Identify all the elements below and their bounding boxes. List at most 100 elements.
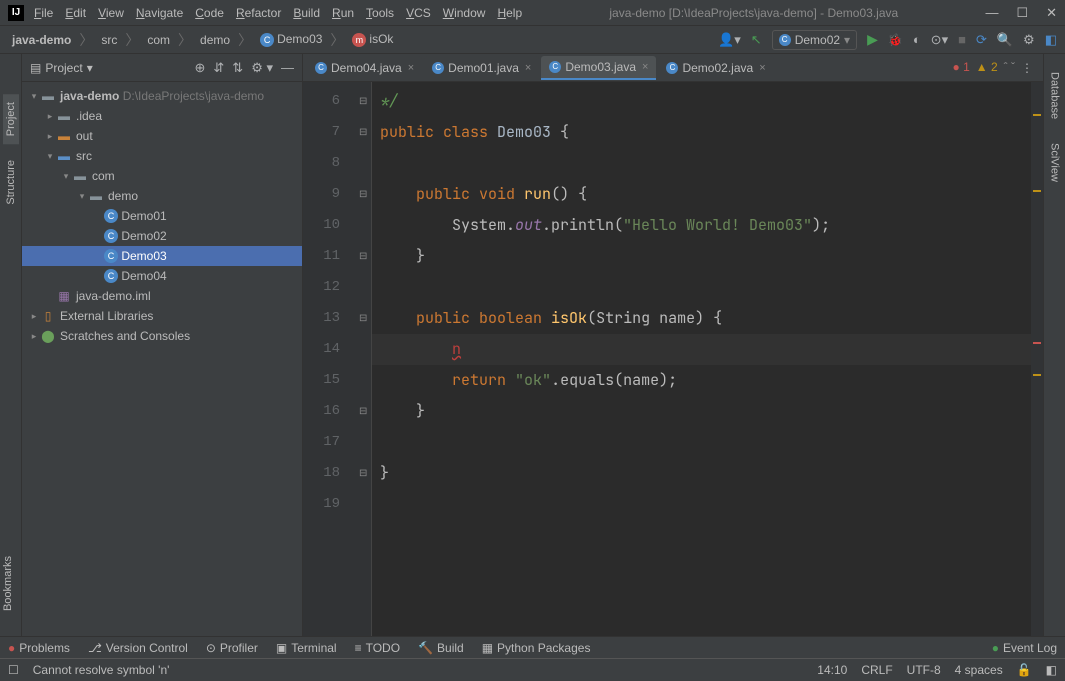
menu-edit[interactable]: Edit [65,6,86,20]
code-editor[interactable]: */public class Demo03 { public void run(… [372,82,1031,636]
memory-icon[interactable]: ◧ [1046,663,1057,677]
tree-file-demo04[interactable]: C Demo04 [22,266,302,286]
breadcrumb-src[interactable]: src [97,33,121,47]
menu-build[interactable]: Build [293,6,320,20]
debug-button[interactable]: 🐞 [888,33,903,47]
minimize-button[interactable]: — [985,5,998,21]
structure-tool-tab[interactable]: Structure [3,152,19,213]
editor-tab-demo02[interactable]: CDemo02.java× [658,56,773,80]
tree-folder-com[interactable]: ▾▬com [22,166,302,186]
tree-folder-idea[interactable]: ▸▬.idea [22,106,302,126]
profiler-tool[interactable]: ⊙ Profiler [206,641,258,655]
tree-file-demo03[interactable]: C Demo03 [22,246,302,266]
tree-external-libs[interactable]: ▸▯External Libraries [22,306,302,326]
breadcrumb-demo[interactable]: demo [196,33,234,47]
editor-tab-demo01[interactable]: CDemo01.java× [424,56,539,80]
project-panel-title[interactable]: ▤ Project ▾ [30,61,93,75]
stop-button[interactable]: ■ [958,32,966,47]
tool-settings-icon[interactable]: ⚙ ▾ [251,60,273,76]
navigation-bar: java-demo〉src〉com〉demo〉CDemo03〉misOk 👤▾ … [0,26,1065,54]
user-icon[interactable]: 👤▾ [718,32,741,48]
search-icon[interactable]: 🔍 [997,32,1013,48]
window-title: java-demo [D:\IdeaProjects\java-demo] - … [522,6,985,20]
menu-navigate[interactable]: Navigate [136,6,183,20]
event-log[interactable]: ● Event Log [992,641,1057,655]
editor-tab-demo03[interactable]: CDemo03.java× [541,56,656,80]
menu-code[interactable]: Code [195,6,224,20]
hide-icon[interactable]: — [281,60,294,75]
menu-tools[interactable]: Tools [366,6,394,20]
collapse-all-icon[interactable]: ⇅ [232,60,243,76]
encoding[interactable]: UTF-8 [907,663,941,677]
tree-folder-src[interactable]: ▾▬src [22,146,302,166]
expand-all-icon[interactable]: ⇵ [213,60,224,76]
status-bar: ☐ Cannot resolve symbol 'n' 14:10 CRLF U… [0,658,1065,681]
menu-vcs[interactable]: VCS [406,6,431,20]
app-logo: IJ [8,5,24,21]
close-button[interactable]: ✕ [1046,5,1057,21]
coverage-button[interactable]: ◐ [913,32,921,47]
tree-scratches[interactable]: ▸⬤Scratches and Consoles [22,326,302,346]
tree-folder-out[interactable]: ▸▬out [22,126,302,146]
caret-position[interactable]: 14:10 [817,663,847,677]
todo-tool[interactable]: ≡ TODO [355,641,400,655]
breadcrumb-demo03[interactable]: CDemo03 [256,32,326,47]
right-tool-gutter: Database SciView [1043,54,1065,636]
left-tool-gutter: Project Structure [0,54,22,636]
profile-button[interactable]: ⊙▾ [931,32,948,48]
close-tab-icon[interactable]: × [759,62,765,74]
run-config-selector[interactable]: C Demo02 ▾ [772,30,857,50]
terminal-tool[interactable]: ▣ Terminal [276,641,337,655]
editor-area: CDemo04.java×CDemo01.java×CDemo03.java×C… [303,54,1043,636]
vcs-tool[interactable]: ⎇ Version Control [88,641,188,655]
editor-tab-bar: CDemo04.java×CDemo01.java×CDemo03.java×C… [303,54,1043,82]
breadcrumb[interactable]: java-demo〉src〉com〉demo〉CDemo03〉misOk [8,30,397,50]
status-message: Cannot resolve symbol 'n' [33,663,170,677]
tab-menu-icon[interactable]: ⋮ [1015,61,1039,75]
menu-run[interactable]: Run [332,6,354,20]
breadcrumb-com[interactable]: com [143,33,174,47]
back-arrow-icon[interactable]: ↖ [751,32,762,48]
settings-icon[interactable]: ⚙ [1023,32,1035,48]
update-button[interactable]: ⟳ [976,32,987,48]
menu-view[interactable]: View [98,6,124,20]
plugins-icon[interactable]: ◧ [1045,32,1057,48]
bottom-toolbar: ●Problems ⎇ Version Control ⊙ Profiler ▣… [0,636,1065,658]
inspection-widget[interactable]: ● 1 ▲ 2 ˆ ˇ [952,60,1015,74]
editor-tab-demo04[interactable]: CDemo04.java× [307,56,422,80]
tree-root[interactable]: ▾▬java-demo D:\IdeaProjects\java-demo [22,86,302,106]
select-opened-file-icon[interactable]: ⊕ [194,60,205,76]
project-tool-tab[interactable]: Project [3,94,19,144]
tree-file-iml[interactable]: ▦java-demo.iml [22,286,302,306]
indent[interactable]: 4 spaces [955,663,1003,677]
maximize-button[interactable]: ☐ [1016,5,1028,21]
menu-window[interactable]: Window [443,6,486,20]
tree-file-demo02[interactable]: C Demo02 [22,226,302,246]
menu-file[interactable]: File [34,6,53,20]
close-tab-icon[interactable]: × [642,61,648,73]
breadcrumb-java-demo[interactable]: java-demo [8,33,75,47]
close-tab-icon[interactable]: × [408,62,414,74]
project-tree[interactable]: ▾▬java-demo D:\IdeaProjects\java-demo ▸▬… [22,82,302,636]
python-packages-tool[interactable]: ▦ Python Packages [482,641,591,655]
readonly-icon[interactable]: 🔓 [1017,663,1032,677]
run-button[interactable]: ▶ [867,31,878,48]
line-ending[interactable]: CRLF [861,663,892,677]
project-tool-window: ▤ Project ▾ ⊕ ⇵ ⇅ ⚙ ▾ — ▾▬java-demo D:\I… [22,54,303,636]
sciview-tool-tab[interactable]: SciView [1047,135,1063,190]
breadcrumb-isok[interactable]: misOk [348,32,397,47]
error-stripe[interactable] [1031,82,1043,636]
bookmarks-tool-tab[interactable]: Bookmarks [2,556,14,611]
build-tool[interactable]: 🔨 Build [418,641,464,655]
fold-gutter[interactable]: ⊟⊟⊟⊟⊟⊟⊟ [358,82,372,636]
tree-file-demo01[interactable]: C Demo01 [22,206,302,226]
database-tool-tab[interactable]: Database [1047,64,1063,127]
close-tab-icon[interactable]: × [525,62,531,74]
problems-tool[interactable]: ●Problems [8,641,70,655]
status-icon[interactable]: ☐ [8,663,19,677]
title-bar: IJ File Edit View Navigate Code Refactor Build… [0,0,1065,26]
menu-refactor[interactable]: Refactor [236,6,281,20]
menu-help[interactable]: Help [497,6,522,20]
line-number-gutter[interactable]: 678910111213141516171819 [303,82,358,636]
tree-folder-demo[interactable]: ▾▬demo [22,186,302,206]
